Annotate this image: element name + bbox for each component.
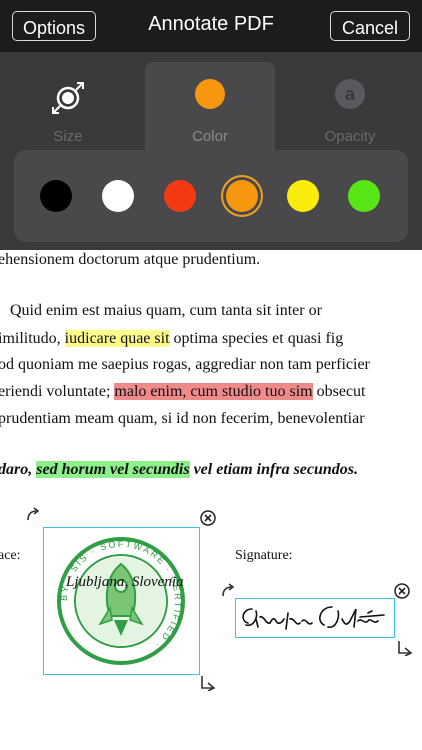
text-segment: daro, — [0, 461, 37, 478]
top-bar: Options Annotate PDF Cancel — [0, 0, 422, 52]
text-segment: obsecut — [312, 383, 366, 400]
pdf-document[interactable]: ehensionem doctorum atque prudentium. Qu… — [0, 250, 422, 750]
text-line: od quoniam me saepius rogas, aggrediar n… — [0, 356, 370, 373]
color-picker — [14, 150, 408, 242]
close-icon[interactable] — [199, 509, 217, 527]
highlight-red[interactable]: malo enim, cum studio tuo sim — [114, 383, 313, 400]
rotate-icon[interactable] — [24, 506, 42, 524]
cancel-button[interactable]: Cancel — [330, 11, 410, 41]
tab-size[interactable]: Size — [3, 62, 133, 162]
text-line: prudentiam meam quam, si id non fecerim,… — [0, 410, 365, 427]
text-segment: eriendi voluntate; — [0, 383, 115, 400]
resize-handle-icon[interactable] — [199, 673, 217, 691]
stamp-annotation[interactable]: BY · SIS · SOFTWARE · CERTIFIED · Ljublj… — [43, 527, 200, 675]
color-swatch-orange[interactable] — [226, 180, 258, 212]
color-swatch-yellow[interactable] — [287, 180, 319, 212]
tab-color[interactable]: Color — [145, 62, 275, 162]
text-segment: imilitudo, — [0, 330, 65, 347]
text-line: imilitudo, iudicare quae sit optima spec… — [0, 330, 343, 348]
options-button[interactable]: Options — [12, 11, 96, 41]
text-line: eriendi voluntate; malo enim, cum studio… — [0, 383, 366, 401]
color-dot-icon — [195, 79, 225, 109]
close-icon[interactable] — [393, 582, 411, 600]
highlight-green[interactable]: sed horum vel secundis — [36, 461, 190, 478]
tab-label-opacity: Opacity — [324, 128, 376, 145]
text-line: Quid enim est maius quam, cum tanta sit … — [10, 302, 322, 319]
text-line: ehensionem doctorum atque prudentium. — [0, 251, 261, 268]
resize-icon — [52, 82, 84, 114]
signature-label: Signature: — [235, 548, 293, 563]
handwritten-signature — [242, 606, 385, 630]
annotation-settings-panel: Size Color a Opacity — [0, 52, 422, 250]
place-label: ace: — [0, 548, 21, 563]
opacity-icon: a — [335, 79, 365, 109]
signature-annotation[interactable] — [235, 598, 395, 638]
text-line: daro, sed horum vel secundis vel etiam i… — [0, 461, 358, 479]
color-swatch-red[interactable] — [164, 180, 196, 212]
resize-handle-icon[interactable] — [396, 638, 414, 656]
stamp-seal-image: BY · SIS · SOFTWARE · CERTIFIED · — [57, 537, 185, 665]
tab-opacity[interactable]: a Opacity — [285, 62, 415, 162]
color-swatch-green[interactable] — [348, 180, 380, 212]
tab-label-color: Color — [192, 128, 228, 145]
highlight-yellow[interactable]: iudicare quae sit — [64, 330, 170, 347]
color-swatch-black[interactable] — [40, 180, 72, 212]
opacity-icon-letter: a — [345, 84, 356, 104]
stamp-location-text: Ljubljana, Slovenia — [66, 574, 184, 590]
text-segment: optima species et quasi fig — [169, 330, 344, 347]
color-swatch-white[interactable] — [102, 180, 134, 212]
text-segment: vel etiam infra secundos. — [189, 461, 359, 478]
tab-label-size: Size — [53, 128, 83, 145]
